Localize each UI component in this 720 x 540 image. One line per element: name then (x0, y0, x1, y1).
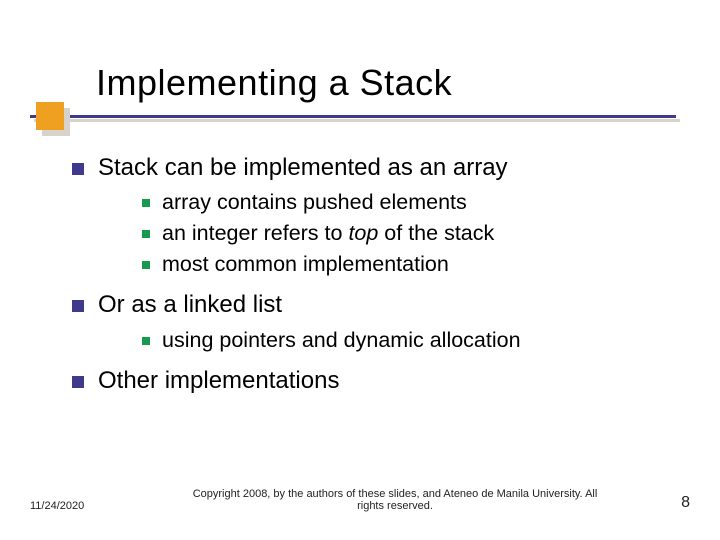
footer-copyright: Copyright 2008, by the authors of these … (140, 488, 650, 512)
square-bullet-icon (142, 230, 150, 238)
bullet-text: Other implementations (98, 367, 339, 394)
accent-square (36, 102, 64, 130)
bullet-text: Stack can be implemented as an array (98, 154, 508, 181)
bullet-text: an integer refers to top of the stack (162, 221, 494, 245)
square-bullet-icon (72, 163, 84, 175)
bullet-text: array contains pushed elements (162, 190, 467, 214)
bullet-text: using pointers and dynamic allocation (162, 328, 521, 352)
bullet-text: Or as a linked list (98, 291, 282, 318)
footer-page-number: 8 (650, 494, 690, 512)
bullet-level1: Other implementations (70, 365, 660, 397)
bullet-level2: an integer refers to top of the stack (138, 219, 660, 248)
bullet-level2-group: array contains pushed elements an intege… (138, 188, 660, 279)
square-bullet-icon (142, 199, 150, 207)
slide-title: Implementing a Stack (96, 62, 720, 104)
square-bullet-icon (72, 300, 84, 312)
square-bullet-icon (142, 261, 150, 269)
text-emphasis: top (348, 221, 378, 245)
bullet-level2: using pointers and dynamic allocation (138, 326, 660, 355)
text-suffix: of the stack (378, 221, 494, 245)
bullet-level2: most common implementation (138, 250, 660, 279)
title-area: Implementing a Stack (0, 0, 720, 118)
bullet-level1: Stack can be implemented as an array (70, 152, 660, 184)
content-area: Stack can be implemented as an array arr… (0, 118, 720, 397)
bullet-level1: Or as a linked list (70, 289, 660, 321)
title-underline (30, 115, 676, 118)
text-prefix: an integer refers to (162, 221, 348, 245)
bullet-level2: array contains pushed elements (138, 188, 660, 217)
square-bullet-icon (72, 376, 84, 388)
square-bullet-icon (142, 337, 150, 345)
slide: Implementing a Stack Stack can be implem… (0, 0, 720, 540)
bullet-level2-group: using pointers and dynamic allocation (138, 326, 660, 355)
bullet-text: most common implementation (162, 252, 449, 276)
footer: 11/24/2020 Copyright 2008, by the author… (30, 488, 690, 512)
footer-date: 11/24/2020 (30, 500, 140, 512)
